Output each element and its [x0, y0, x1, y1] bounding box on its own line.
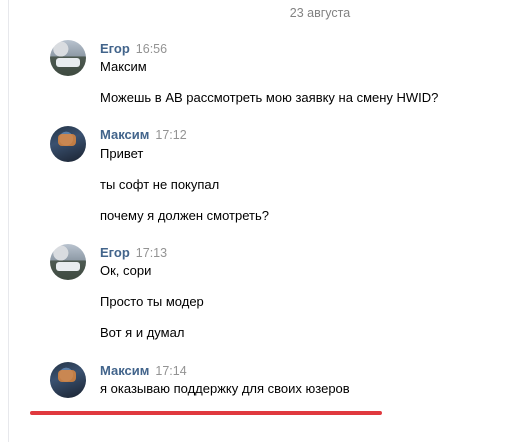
message-text: Максим	[100, 59, 147, 74]
message-text: Вот я и думал	[100, 325, 185, 340]
message-time[interactable]: 17:13	[136, 246, 167, 260]
date-divider: 23 августа	[289, 6, 351, 20]
avatar[interactable]	[50, 126, 86, 162]
message-meta: Егор 16:56	[100, 40, 167, 58]
message-group: Максим 17:14 я оказываю поддержку для сво…	[50, 362, 490, 402]
message-group: Максим 17:12 Привет ты софт не покупал по…	[50, 126, 490, 226]
avatar[interactable]	[50, 362, 86, 398]
message-group: Егор 17:13 Ок, сори Просто ты модер Вот я…	[50, 244, 490, 344]
author-name[interactable]: Егор	[100, 41, 130, 56]
message-meta: Максим 17:14	[100, 362, 187, 380]
message-meta: Максим 17:12	[100, 126, 187, 144]
message-text: Привет	[100, 146, 144, 161]
left-panel-border	[0, 0, 9, 442]
author-name[interactable]: Егор	[100, 245, 130, 260]
message-text: я оказываю поддержку для своих юзеров	[100, 381, 350, 396]
message-text: Ок, сори	[100, 263, 152, 278]
avatar[interactable]	[50, 40, 86, 76]
message-group: Егор 16:56 Максим Можешь в АВ рассмотреть…	[50, 40, 490, 120]
message-text: ты софт не покупал	[100, 177, 220, 192]
message-text: почему я должен смотреть?	[100, 208, 269, 223]
message-time[interactable]: 17:12	[155, 128, 186, 142]
message-text: Просто ты модер	[100, 294, 204, 309]
avatar[interactable]	[50, 244, 86, 280]
message-meta: Егор 17:13	[100, 244, 167, 262]
message-text: Можешь в АВ рассмотреть мою заявку на см…	[100, 90, 439, 105]
author-name[interactable]: Максим	[100, 127, 149, 142]
author-name[interactable]: Максим	[100, 363, 149, 378]
message-time[interactable]: 17:14	[155, 364, 186, 378]
message-time[interactable]: 16:56	[136, 42, 167, 56]
highlight-underline	[30, 411, 382, 415]
